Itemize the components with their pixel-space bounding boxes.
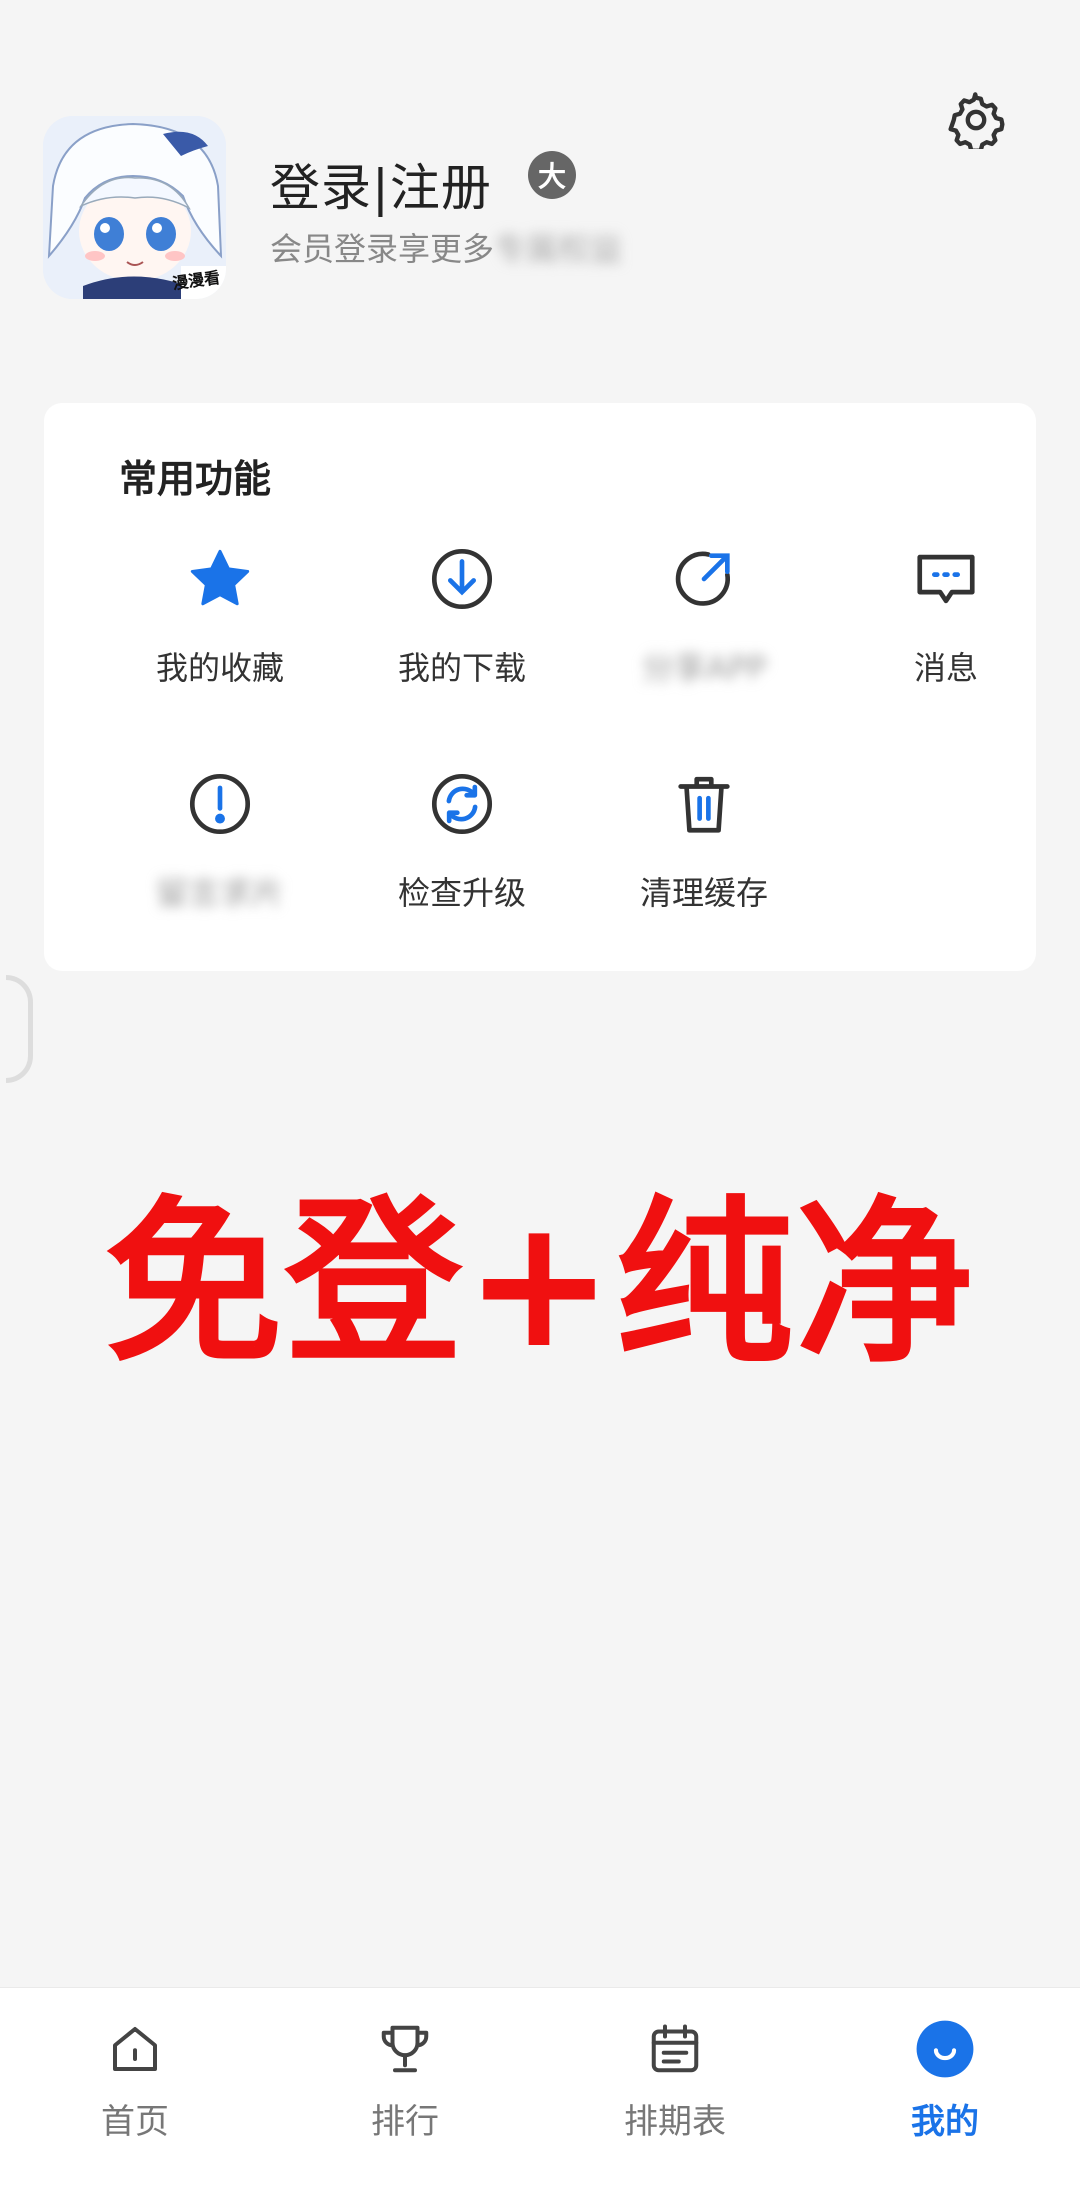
message-icon — [917, 554, 975, 604]
favorites-item[interactable]: 我的收藏 — [99, 543, 341, 713]
share-app-item[interactable]: 分享APP — [583, 543, 825, 713]
login-register-link[interactable]: 登录|注册 — [270, 148, 492, 220]
overlay-promo-text: 免登+纯净 — [104, 1180, 976, 1387]
tab-mine-label: 我的 — [911, 2102, 979, 2142]
star-icon — [190, 549, 250, 606]
trophy-icon — [381, 2025, 429, 2073]
alert-icon — [189, 773, 251, 835]
share-icon — [675, 551, 730, 606]
tab-home[interactable]: 首页 — [0, 1988, 270, 2189]
clear-cache-label: 清理缓存 — [639, 874, 768, 912]
downloads-label: 我的下载 — [397, 649, 526, 687]
download-icon — [431, 548, 493, 610]
messages-item[interactable]: 消息 — [825, 543, 1067, 713]
avatar[interactable]: 漫漫看 — [43, 116, 226, 299]
font-size-icon[interactable]: 大 — [528, 151, 576, 199]
subtitle-text: 会员登录享更多 — [270, 230, 495, 268]
clear-cache-item[interactable]: 清理缓存 — [583, 768, 825, 938]
common-functions-card: 常用功能 我的收藏 我的下载 分享APP 消息 留言求片 检查升级 清理缓存 — [44, 403, 1036, 971]
tab-mine[interactable]: 我的 — [810, 1988, 1080, 2189]
share-app-label: 分享APP — [641, 649, 767, 687]
font-size-badge-text: 大 — [537, 160, 566, 193]
request-item[interactable]: 留言求片 — [99, 768, 341, 938]
tab-ranking[interactable]: 排行 — [270, 1988, 540, 2189]
trash-icon — [678, 776, 730, 833]
login-subtitle: 会员登录享更多专属权益 — [270, 224, 622, 270]
bottom-tab-bar: 首页 排行 排期表 我的 — [0, 1987, 1080, 2189]
card-title: 常用功能 — [119, 457, 272, 501]
settings-button[interactable] — [944, 88, 1008, 152]
profile-icon — [916, 2020, 974, 2078]
messages-label: 消息 — [913, 649, 978, 687]
edge-swipe-handle[interactable] — [6, 975, 33, 1083]
check-update-label: 检查升级 — [397, 874, 526, 912]
tab-schedule-label: 排期表 — [624, 2102, 726, 2142]
gear-icon — [948, 92, 1005, 149]
tab-schedule[interactable]: 排期表 — [540, 1988, 810, 2189]
request-label: 留言求片 — [155, 874, 284, 912]
tab-home-label: 首页 — [101, 2102, 169, 2142]
favorites-label: 我的收藏 — [155, 649, 284, 687]
home-icon — [113, 2027, 157, 2071]
subtitle-blurred-text: 专属权益 — [494, 230, 623, 268]
refresh-icon — [431, 773, 493, 835]
calendar-icon — [651, 2024, 699, 2073]
tab-ranking-label: 排行 — [371, 2102, 439, 2142]
downloads-item[interactable]: 我的下载 — [341, 543, 583, 713]
check-update-item[interactable]: 检查升级 — [341, 768, 583, 938]
